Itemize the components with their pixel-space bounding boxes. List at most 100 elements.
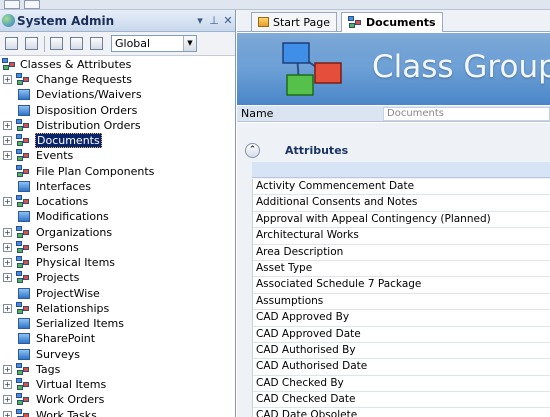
expand-icon[interactable]: + — [3, 380, 12, 390]
tree-item[interactable]: + Projects — [0, 270, 235, 285]
panel-menu-icon[interactable]: ▾ — [193, 14, 207, 27]
tree-item-label: Physical Items — [36, 256, 116, 270]
tree-item-label: Deviations/Waivers — [36, 88, 142, 102]
tree-item[interactable]: + Work Tasks — [0, 408, 235, 417]
tree-item[interactable]: Deviations/Waivers — [0, 87, 235, 102]
name-field[interactable]: Documents — [383, 106, 550, 121]
class-icon — [16, 210, 32, 223]
collapse-icon[interactable]: ⌃ — [245, 143, 260, 158]
class-group-icon — [2, 58, 18, 71]
class-icon — [16, 180, 32, 193]
class-group-icon — [16, 393, 32, 406]
tree-item[interactable]: + Documents — [0, 133, 235, 149]
tree-item[interactable]: + Virtual Items — [0, 377, 235, 392]
attribute-row[interactable]: Activity Commencement Date — [253, 179, 550, 196]
expand-icon[interactable]: + — [3, 273, 12, 283]
tree-root[interactable]: Classes & Attributes — [0, 57, 235, 72]
attribute-row[interactable]: CAD Checked Date — [253, 392, 550, 409]
properties-icon[interactable] — [47, 35, 65, 53]
class-group-icon — [16, 225, 32, 239]
attribute-row[interactable]: Asset Type — [253, 261, 550, 278]
tree-item[interactable]: + Relationships — [0, 301, 235, 316]
tab-label: Documents — [366, 16, 436, 29]
panel-titlebar: System Admin ▾ ⊥ ✕ — [0, 10, 235, 32]
tree-item[interactable]: File Plan Components — [0, 164, 235, 179]
tree-item-label: Distribution Orders — [36, 118, 141, 132]
chevron-down-icon[interactable]: ▼ — [183, 36, 196, 51]
tree-item-label: Surveys — [36, 347, 80, 361]
folder-icon[interactable] — [67, 35, 85, 53]
attribute-row[interactable]: Area Description — [253, 245, 550, 261]
class-group-logo-icon — [282, 42, 342, 96]
tree-item[interactable]: + Change Requests — [0, 72, 235, 87]
tree-item[interactable]: + Work Orders — [0, 392, 235, 407]
class-group-icon — [16, 164, 32, 178]
pin-icon[interactable]: ⊥ — [207, 14, 221, 27]
toolbar-button-2[interactable] — [24, 0, 40, 9]
name-row: Name Documents — [237, 106, 550, 122]
expand-icon[interactable]: + — [3, 120, 12, 130]
attribute-row[interactable]: CAD Date Obsolete — [253, 408, 550, 417]
tree-item[interactable]: Serialized Items — [0, 316, 235, 331]
tree-item[interactable]: Modifications — [0, 209, 235, 224]
tree-item[interactable]: + Physical Items — [0, 255, 235, 270]
name-label: Name — [241, 107, 274, 120]
scope-select[interactable]: Global ▼ — [111, 35, 197, 52]
new-class-icon[interactable] — [2, 35, 20, 53]
expand-icon[interactable]: + — [3, 227, 12, 237]
tree-item-label: Modifications — [36, 210, 109, 224]
close-icon[interactable]: ✕ — [221, 14, 235, 27]
class-icon — [16, 348, 32, 361]
class-icon — [16, 332, 32, 345]
class-group-icon — [16, 118, 32, 132]
class-icon — [16, 287, 32, 300]
expand-icon[interactable]: + — [3, 136, 12, 146]
calculator-icon[interactable] — [87, 35, 105, 53]
attribute-row[interactable]: CAD Approved Date — [253, 327, 550, 343]
tree-item[interactable]: + Locations — [0, 194, 235, 209]
expand-icon[interactable]: + — [3, 395, 12, 405]
expand-icon[interactable]: + — [3, 364, 12, 374]
attribute-row[interactable]: Assumptions — [253, 294, 550, 311]
attribute-row[interactable]: Architectural Works — [253, 228, 550, 245]
tree-item[interactable]: + Events — [0, 148, 235, 163]
attribute-row[interactable]: Approval with Appeal Contingency (Planne… — [253, 212, 550, 229]
tree-item[interactable]: Surveys — [0, 347, 235, 362]
tree-item[interactable]: SharePoint — [0, 331, 235, 346]
attribute-row[interactable]: Associated Schedule 7 Package — [253, 277, 550, 294]
expand-icon[interactable]: + — [3, 197, 12, 207]
top-toolbar-strip — [0, 0, 550, 10]
tree-item-label: ProjectWise — [36, 286, 100, 300]
class-group-icon — [16, 301, 32, 315]
toolbar-button-1[interactable] — [4, 0, 20, 9]
expand-icon[interactable]: + — [3, 410, 12, 417]
attribute-row[interactable]: CAD Approved By — [253, 310, 550, 327]
class-group-icon — [16, 240, 32, 254]
expand-icon[interactable]: + — [3, 258, 12, 268]
attributes-column-header — [252, 162, 550, 178]
document-tabs: Start Page Documents — [237, 10, 550, 32]
tab-start-page[interactable]: Start Page — [251, 12, 337, 31]
banner-title: Class Group — [372, 49, 550, 85]
attribute-row[interactable]: CAD Authorised By — [253, 343, 550, 360]
tree-item[interactable]: + Tags — [0, 362, 235, 377]
search-icon[interactable] — [22, 35, 40, 53]
tree-item[interactable]: + Distribution Orders — [0, 118, 235, 133]
attribute-row[interactable]: Additional Consents and Notes — [253, 195, 550, 212]
expand-icon[interactable]: + — [3, 75, 12, 85]
attribute-row[interactable]: CAD Authorised Date — [253, 359, 550, 376]
tree-item-label: Work Tasks — [36, 408, 97, 417]
tree-item[interactable]: + Persons — [0, 240, 235, 255]
expand-icon[interactable]: + — [3, 303, 12, 313]
tree-item[interactable]: Interfaces — [0, 179, 235, 194]
start-page-icon — [258, 17, 269, 27]
globe-icon — [2, 14, 15, 27]
tree-item[interactable]: + Organizations — [0, 225, 235, 240]
expand-icon[interactable]: + — [3, 242, 12, 252]
attribute-row[interactable]: CAD Checked By — [253, 376, 550, 393]
expand-icon[interactable]: + — [3, 151, 12, 161]
tree-item[interactable]: Disposition Orders — [0, 103, 235, 118]
tree-item[interactable]: ProjectWise — [0, 286, 235, 301]
tab-documents[interactable]: Documents — [341, 12, 443, 32]
tree-item-label: Change Requests — [36, 73, 133, 87]
